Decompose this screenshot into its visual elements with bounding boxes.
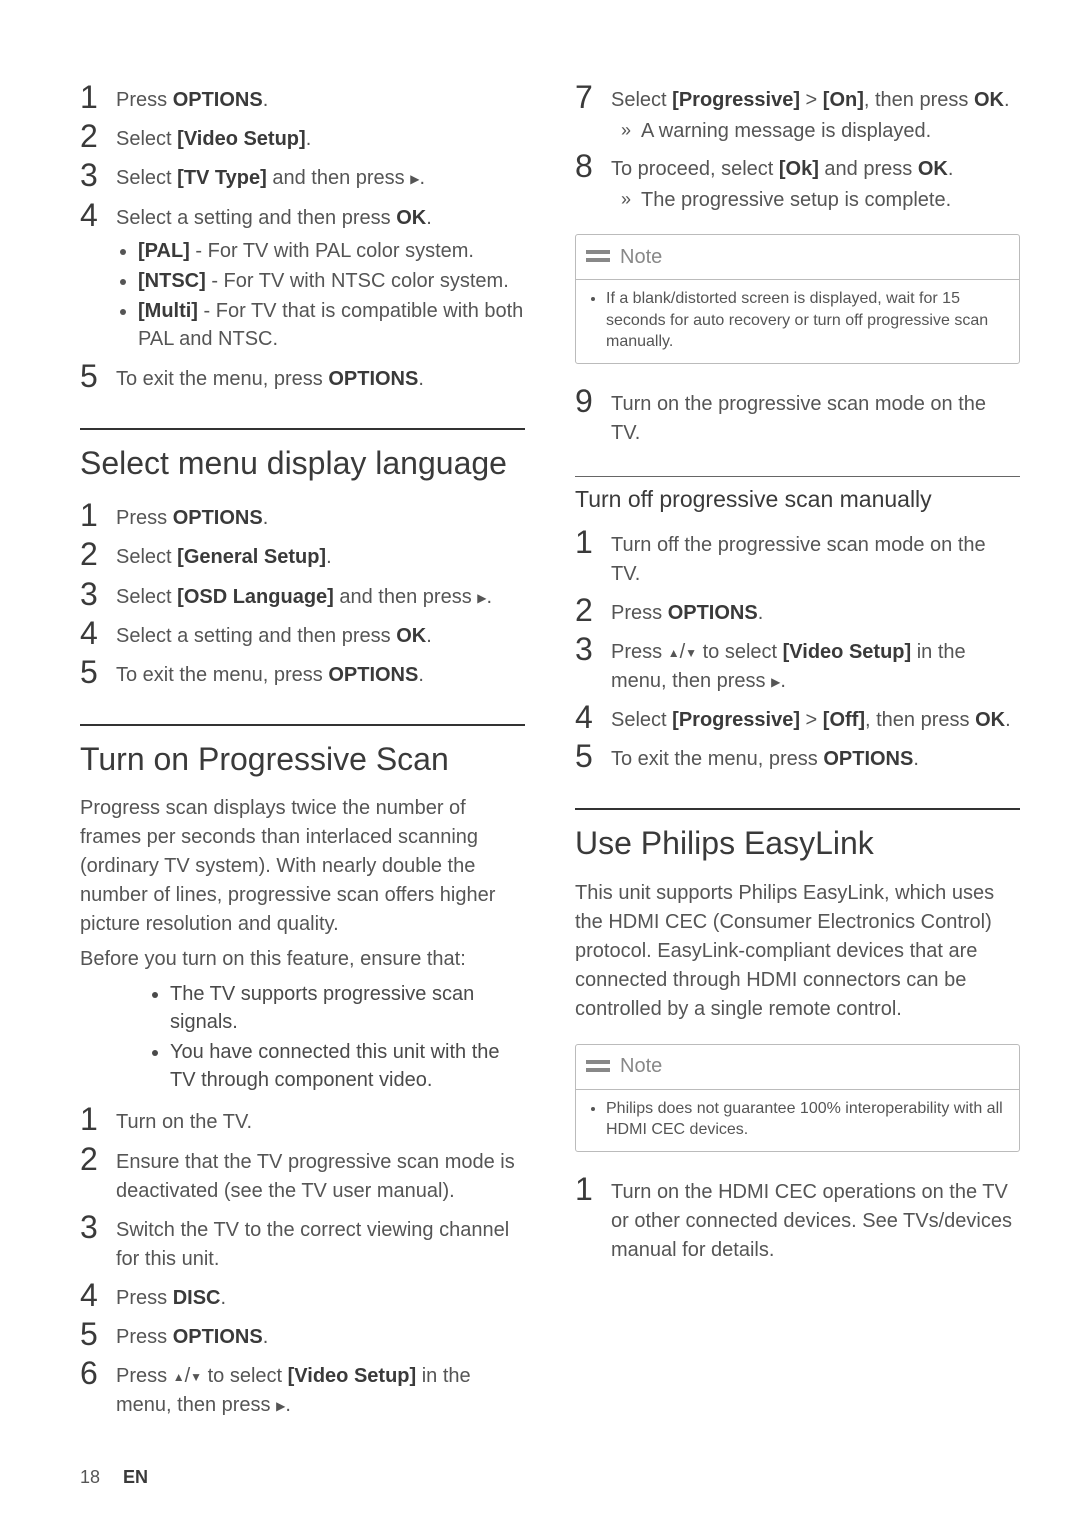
page-footer: 18 EN bbox=[80, 1467, 148, 1488]
note-icon bbox=[576, 239, 620, 275]
heading-turn-off-progressive: Turn off progressive scan manually bbox=[575, 476, 1020, 515]
step-text: Press OPTIONS. bbox=[116, 80, 268, 115]
right-column: 7 Select [Progressive] > [On], then pres… bbox=[575, 80, 1020, 1424]
heading-select-language: Select menu display language bbox=[80, 428, 525, 482]
note-icon bbox=[576, 1049, 620, 1085]
easylink-steps: 1Turn on the HDMI CEC operations on the … bbox=[575, 1172, 1020, 1265]
language-code: EN bbox=[123, 1467, 148, 1487]
note-title: Note bbox=[620, 246, 662, 269]
heading-easylink: Use Philips EasyLink bbox=[575, 808, 1020, 862]
progressive-para2: Before you turn on this feature, ensure … bbox=[80, 945, 525, 974]
step-num: 1 bbox=[80, 80, 116, 115]
progressive-steps: 1Turn on the TV. 2Ensure that the TV pro… bbox=[80, 1102, 525, 1420]
result-arrow-icon: » bbox=[611, 117, 641, 145]
note-title: Note bbox=[620, 1055, 662, 1078]
progressive-steps-cont: 7 Select [Progressive] > [On], then pres… bbox=[575, 80, 1020, 214]
note-box: Note If a blank/distorted screen is disp… bbox=[575, 234, 1020, 364]
easylink-para: This unit supports Philips EasyLink, whi… bbox=[575, 879, 1020, 1024]
heading-progressive-scan: Turn on Progressive Scan bbox=[80, 724, 525, 778]
page-number: 18 bbox=[80, 1467, 100, 1487]
left-column: 1Press OPTIONS. 2Select [Video Setup]. 3… bbox=[80, 80, 525, 1424]
tv-type-steps: 1Press OPTIONS. 2Select [Video Setup]. 3… bbox=[80, 80, 525, 394]
progressive-para1: Progress scan displays twice the number … bbox=[80, 794, 525, 939]
result-arrow-icon: » bbox=[611, 186, 641, 214]
language-steps: 1Press OPTIONS. 2Select [General Setup].… bbox=[80, 498, 525, 690]
note-text: Philips does not guarantee 100% interope… bbox=[606, 1098, 1005, 1141]
note-text: If a blank/distorted screen is displayed… bbox=[606, 288, 1005, 353]
turn-off-steps: 1Turn off the progressive scan mode on t… bbox=[575, 525, 1020, 775]
note-box: Note Philips does not guarantee 100% int… bbox=[575, 1044, 1020, 1152]
